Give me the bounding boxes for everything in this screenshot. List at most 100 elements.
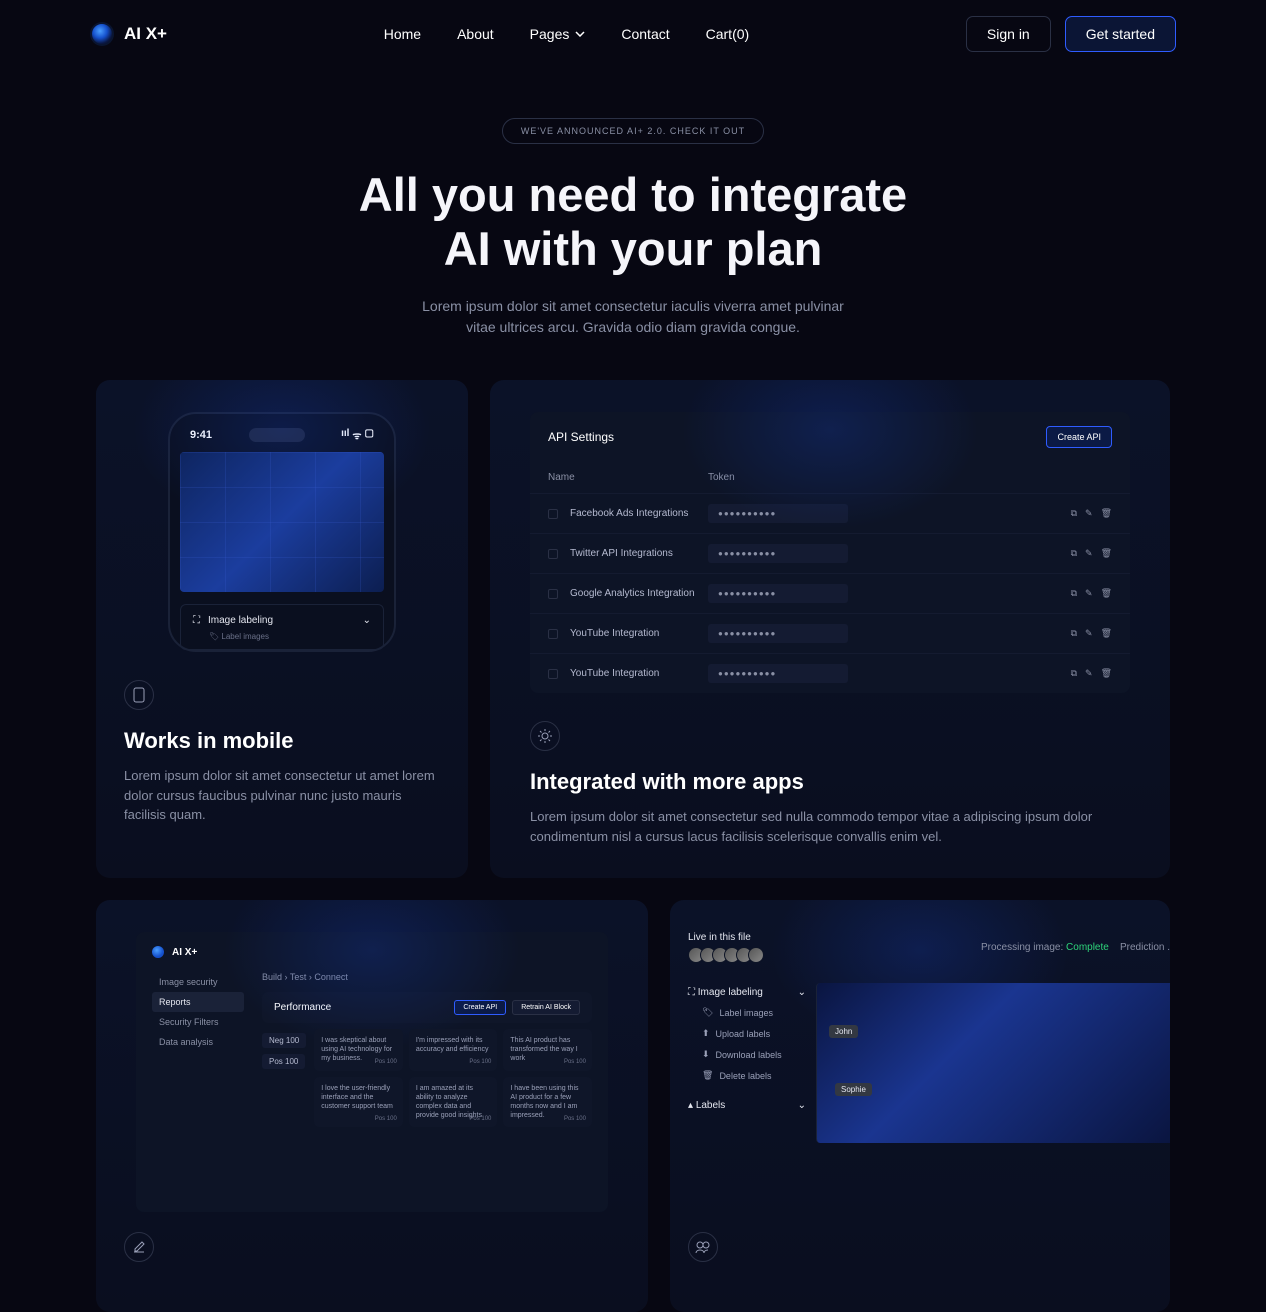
avatars bbox=[688, 947, 764, 963]
delete-icon[interactable]: 🗑 bbox=[1101, 668, 1112, 679]
col-name: Name bbox=[548, 472, 708, 483]
copy-icon[interactable]: ⧉ bbox=[1071, 628, 1077, 639]
copy-icon[interactable]: ⧉ bbox=[1071, 588, 1077, 599]
dash-brand: AI X+ bbox=[172, 947, 197, 958]
card-integrations: API Settings Create API Name Token Faceb… bbox=[490, 380, 1170, 878]
api-token: ●●●●●●●●●● bbox=[708, 544, 848, 563]
breadcrumb: Build › Test › Connect bbox=[262, 972, 592, 982]
label-box: ⛶Image labeling⌄ 🏷 Label images bbox=[180, 604, 384, 650]
getstarted-button[interactable]: Get started bbox=[1065, 16, 1176, 52]
nav-pages[interactable]: Pages bbox=[530, 26, 586, 42]
collab-side-item[interactable]: ⬆Upload labels bbox=[688, 1023, 806, 1044]
copy-icon[interactable]: ⧉ bbox=[1071, 668, 1077, 679]
tag-sophie: Sophie bbox=[835, 1083, 872, 1096]
hero-title: All you need to integrateAI with your pl… bbox=[0, 168, 1266, 276]
crop-icon: ⛶ bbox=[193, 615, 200, 626]
phone-notch bbox=[249, 428, 305, 442]
logo[interactable]: AI X+ bbox=[90, 22, 167, 46]
review-card: This AI product has transformed the way … bbox=[503, 1029, 592, 1071]
nav-home[interactable]: Home bbox=[384, 26, 421, 42]
edit-icon[interactable]: ✎ bbox=[1085, 508, 1093, 519]
col-token: Token bbox=[708, 472, 735, 483]
phone-time: 9:41 bbox=[190, 429, 212, 441]
delete-icon[interactable]: 🗑 bbox=[1101, 588, 1112, 599]
sidebar-item[interactable]: Data analysis bbox=[152, 1032, 244, 1052]
collab-mockup: Live in this file Processing image: Comp… bbox=[688, 932, 1170, 1212]
labels-header[interactable]: ▴ Labels⌄ bbox=[688, 1096, 806, 1115]
api-name: Twitter API Integrations bbox=[570, 548, 708, 559]
card-title: Integrated with more apps bbox=[490, 769, 1170, 795]
card-collab: Live in this file Processing image: Comp… bbox=[670, 900, 1170, 1312]
review-card: I love the user-friendly interface and t… bbox=[314, 1077, 403, 1127]
api-row: Facebook Ads Integrations●●●●●●●●●● ⧉ ✎ 🗑 bbox=[530, 493, 1130, 533]
edit-icon[interactable]: ✎ bbox=[1085, 628, 1093, 639]
phone-image bbox=[180, 452, 384, 592]
edit-icon[interactable]: ✎ bbox=[1085, 548, 1093, 559]
checkbox[interactable] bbox=[548, 549, 558, 559]
create-api-button[interactable]: Create API bbox=[454, 1000, 506, 1015]
api-name: Google Analytics Integration bbox=[570, 588, 708, 599]
delete-icon[interactable]: 🗑 bbox=[1101, 548, 1112, 559]
delete-icon[interactable]: 🗑 bbox=[1101, 628, 1112, 639]
review-card: I was skeptical about using AI technolog… bbox=[314, 1029, 403, 1071]
dashboard-sidebar: Image securityReportsSecurity FiltersDat… bbox=[152, 972, 244, 1127]
logo-text: AI X+ bbox=[124, 24, 167, 44]
review-card: I'm impressed with its accuracy and effi… bbox=[409, 1029, 498, 1071]
dashboard-mockup: AI X+ Image securityReportsSecurity Filt… bbox=[136, 932, 608, 1212]
chevron-down-icon: ⌄ bbox=[798, 1100, 806, 1111]
chevron-down-icon: ⌄ bbox=[798, 987, 806, 998]
api-row: Twitter API Integrations●●●●●●●●●● ⧉ ✎ 🗑 bbox=[530, 533, 1130, 573]
card-dashboard: AI X+ Image securityReportsSecurity Filt… bbox=[96, 900, 648, 1312]
gear-icon bbox=[530, 721, 560, 751]
announcement-badge[interactable]: WE'VE ANNOUNCED AI+ 2.0. CHECK IT OUT bbox=[502, 118, 764, 144]
copy-icon[interactable]: ⧉ bbox=[1071, 508, 1077, 519]
collab-image: ▶✋🔍 John Sophie bbox=[816, 983, 1170, 1143]
copy-icon[interactable]: ⧉ bbox=[1071, 548, 1077, 559]
phone-status-icons: ıılᯤ▢ bbox=[341, 428, 374, 442]
api-name: YouTube Integration bbox=[570, 668, 708, 679]
chevron-down-icon bbox=[575, 31, 585, 37]
label-images-text: 🏷 Label images bbox=[209, 632, 371, 641]
live-label: Live in this file bbox=[688, 932, 764, 943]
checkbox[interactable] bbox=[548, 509, 558, 519]
avatar bbox=[748, 947, 764, 963]
checkbox[interactable] bbox=[548, 589, 558, 599]
image-labeling-header[interactable]: ⛶ Image labeling⌄ bbox=[688, 983, 806, 1002]
edit-icon[interactable]: ✎ bbox=[1085, 588, 1093, 599]
nav-about[interactable]: About bbox=[457, 26, 494, 42]
nav-cart[interactable]: Cart(0) bbox=[706, 26, 750, 42]
collab-side-item[interactable]: 🏷Label images bbox=[688, 1002, 806, 1023]
tag-john: John bbox=[829, 1025, 858, 1038]
neg-badge: Neg 100 bbox=[262, 1033, 306, 1048]
collab-side-item[interactable]: 🗑Delete labels bbox=[688, 1065, 806, 1086]
api-settings-title: API Settings bbox=[548, 430, 614, 444]
card-desc: Lorem ipsum dolor sit amet consectetur u… bbox=[96, 766, 468, 825]
edit-icon bbox=[124, 1232, 154, 1262]
api-name: YouTube Integration bbox=[570, 628, 708, 639]
api-token: ●●●●●●●●●● bbox=[708, 664, 848, 683]
api-row: Google Analytics Integration●●●●●●●●●●⧉✎… bbox=[530, 573, 1130, 613]
review-card: I have been using this AI product for a … bbox=[503, 1077, 592, 1127]
retrain-button[interactable]: Retrain AI Block bbox=[512, 1000, 580, 1015]
api-token: ●●●●●●●●●● bbox=[708, 504, 848, 523]
users-icon bbox=[688, 1232, 718, 1262]
checkbox[interactable] bbox=[548, 629, 558, 639]
api-token: ●●●●●●●●●● bbox=[708, 624, 848, 643]
checkbox[interactable] bbox=[548, 669, 558, 679]
collab-side-item[interactable]: ⬇Download labels bbox=[688, 1044, 806, 1065]
edit-icon[interactable]: ✎ bbox=[1085, 668, 1093, 679]
api-row: YouTube Integration●●●●●●●●●● ⧉ ✎ 🗑 bbox=[530, 613, 1130, 653]
pos-badge: Pos 100 bbox=[262, 1054, 305, 1069]
logo-icon bbox=[90, 22, 114, 46]
sidebar-item[interactable]: Security Filters bbox=[152, 1012, 244, 1032]
signin-button[interactable]: Sign in bbox=[966, 16, 1051, 52]
sidebar-item[interactable]: Image security bbox=[152, 972, 244, 992]
delete-icon[interactable]: 🗑 bbox=[1101, 508, 1112, 519]
mobile-icon bbox=[124, 680, 154, 710]
sidebar-item[interactable]: Reports bbox=[152, 992, 244, 1012]
image-labeling-text: Image labeling bbox=[208, 615, 273, 626]
create-api-button[interactable]: Create API bbox=[1046, 426, 1112, 448]
nav-contact[interactable]: Contact bbox=[621, 26, 669, 42]
card-desc: Lorem ipsum dolor sit amet consectetur s… bbox=[490, 807, 1170, 846]
api-name: Facebook Ads Integrations bbox=[570, 508, 708, 519]
